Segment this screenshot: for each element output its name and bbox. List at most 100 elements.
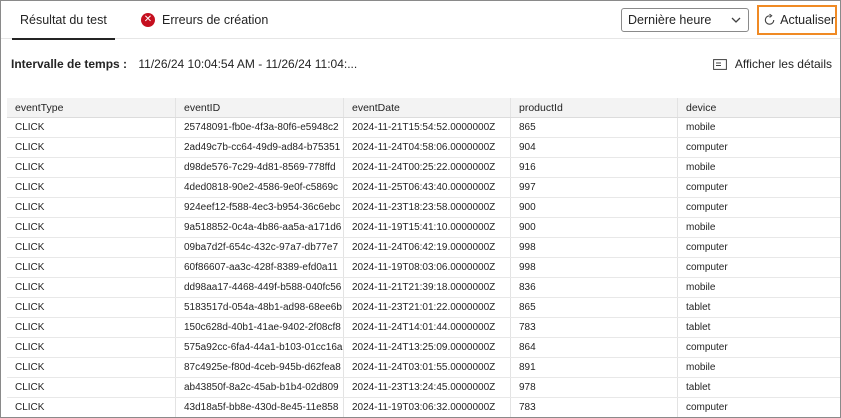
show-details-button[interactable]: Afficher les détails: [712, 57, 832, 71]
cell-event-id: d98de576-7c29-4d81-8569-778ffd: [175, 158, 343, 177]
cell-product-id: 783: [510, 318, 677, 337]
cell-event-id: 25748091-fb0e-4f3a-80f6-e5948c2: [175, 118, 343, 137]
cell-event-type: CLICK: [15, 162, 45, 173]
table-row[interactable]: CLICK 150c628d-40b1-41ae-9402-2f08cf8 2024…: [7, 318, 840, 338]
table-row[interactable]: CLICK 09ba7d2f-654c-432c-97a7-db77e7 2024-…: [7, 238, 840, 258]
cell-event-id: 150c628d-40b1-41ae-9402-2f08cf8: [175, 318, 343, 337]
time-range-dropdown[interactable]: Dernière heure: [621, 8, 749, 32]
cell-product-id: 978: [510, 378, 677, 397]
cell-event-id: 5183517d-054a-48b1-ad98-68ee6b: [175, 298, 343, 317]
table-row[interactable]: CLICK 575a92cc-6fa4-44a1-b103-01cc16a 2024…: [7, 338, 840, 358]
show-details-label: Afficher les détails: [734, 57, 832, 71]
cell-product-id: 900: [510, 218, 677, 237]
cell-event-type: CLICK: [15, 282, 45, 293]
table-row[interactable]: CLICK d98de576-7c29-4d81-8569-778ffd 2024-…: [7, 158, 840, 178]
cell-event-date: 2024-11-24T06:42:19.0000000Z: [343, 238, 510, 257]
tab-test-result[interactable]: Résultat du test: [12, 1, 115, 40]
cell-product-id: 916: [510, 158, 677, 177]
cell-event-date: 2024-11-24T03:01:55.0000000Z: [343, 358, 510, 377]
cell-device: computer: [677, 258, 840, 277]
cell-product-id: 836: [510, 278, 677, 297]
time-range-dropdown-value: Dernière heure: [628, 13, 712, 27]
cell-event-date: 2024-11-23T21:01:22.0000000Z: [343, 298, 510, 317]
refresh-button[interactable]: Actualiser: [757, 5, 837, 35]
cell-device: computer: [677, 338, 840, 357]
table-row[interactable]: CLICK dd98aa17-4468-449f-b588-040fc56 2024…: [7, 278, 840, 298]
cell-event-date: 2024-11-21T21:39:18.0000000Z: [343, 278, 510, 297]
table-row[interactable]: CLICK 87c4925e-f80d-4ceb-945b-d62fea8 2024…: [7, 358, 840, 378]
cell-event-date: 2024-11-24T04:58:06.0000000Z: [343, 138, 510, 157]
cell-product-id: 998: [510, 238, 677, 257]
tab-build-errors-label: Erreurs de création: [162, 13, 269, 27]
active-tab-indicator: [12, 38, 115, 40]
cell-event-type: CLICK: [15, 402, 45, 413]
column-header[interactable]: eventType: [7, 98, 175, 117]
cell-event-type: CLICK: [15, 302, 45, 313]
cell-product-id: 783: [510, 398, 677, 417]
column-header[interactable]: eventDate: [343, 98, 510, 117]
error-icon: ✕: [141, 13, 155, 27]
tab-build-errors[interactable]: ✕ Erreurs de création: [141, 1, 268, 39]
cell-event-type: CLICK: [15, 242, 45, 253]
table-body: CLICK 25748091-fb0e-4f3a-80f6-e5948c2 2024…: [7, 118, 840, 417]
cell-event-id: 60f86607-aa3c-428f-8389-efd0a11: [175, 258, 343, 277]
cell-device: mobile: [677, 358, 840, 377]
column-header[interactable]: device: [677, 98, 840, 117]
time-range-row: Intervalle de temps : 11/26/24 10:04:54 …: [11, 57, 357, 71]
cell-event-id: 924eef12-f588-4ec3-b954-36c6ebc: [175, 198, 343, 217]
refresh-icon: [764, 13, 775, 25]
cell-event-date: 2024-11-24T14:01:44.0000000Z: [343, 318, 510, 337]
cell-event-id: 09ba7d2f-654c-432c-97a7-db77e7: [175, 238, 343, 257]
table-row[interactable]: CLICK 4ded0818-90e2-4586-9e0f-c5869c 2024-…: [7, 178, 840, 198]
column-header[interactable]: eventID: [175, 98, 343, 117]
cell-device: tablet: [677, 318, 840, 337]
cell-device: tablet: [677, 378, 840, 397]
cell-event-date: 2024-11-21T15:54:52.0000000Z: [343, 118, 510, 137]
chevron-down-icon: [731, 17, 741, 23]
cell-device: computer: [677, 238, 840, 257]
cell-event-date: 2024-11-24T00:25:22.0000000Z: [343, 158, 510, 177]
tab-bar: Résultat du test ✕ Erreurs de création D…: [1, 1, 840, 40]
cell-product-id: 997: [510, 178, 677, 197]
cell-event-type: CLICK: [15, 182, 45, 193]
cell-event-date: 2024-11-19T08:03:06.0000000Z: [343, 258, 510, 277]
cell-product-id: 998: [510, 258, 677, 277]
cell-device: mobile: [677, 118, 840, 137]
cell-event-type: CLICK: [15, 262, 45, 273]
table-row[interactable]: CLICK ab43850f-8a2c-45ab-b1b4-02d809 2024-…: [7, 378, 840, 398]
cell-event-type: CLICK: [15, 122, 45, 133]
cell-event-id: 9a518852-0c4a-4b86-aa5a-a171d6: [175, 218, 343, 237]
cell-event-type: CLICK: [15, 142, 45, 153]
cell-device: computer: [677, 198, 840, 217]
cell-event-date: 2024-11-19T15:41:10.0000000Z: [343, 218, 510, 237]
table-row[interactable]: CLICK 2ad49c7b-cc64-49d9-ad84-b75351 2024-…: [7, 138, 840, 158]
cell-event-type: CLICK: [15, 202, 45, 213]
table-row[interactable]: CLICK 924eef12-f588-4ec3-b954-36c6ebc 2024…: [7, 198, 840, 218]
table-header-row: eventType eventID eventDate productId de…: [7, 98, 840, 118]
table-row[interactable]: CLICK 5183517d-054a-48b1-ad98-68ee6b 2024-…: [7, 298, 840, 318]
table-row[interactable]: CLICK 25748091-fb0e-4f3a-80f6-e5948c2 2024…: [7, 118, 840, 138]
cell-product-id: 865: [510, 118, 677, 137]
table-row[interactable]: CLICK 43d18a5f-bb8e-430d-8e45-11e858 2024-…: [7, 398, 840, 417]
cell-event-id: 575a92cc-6fa4-44a1-b103-01cc16a: [175, 338, 343, 357]
cell-device: mobile: [677, 218, 840, 237]
cell-device: mobile: [677, 278, 840, 297]
cell-event-type: CLICK: [15, 322, 45, 333]
cell-product-id: 865: [510, 298, 677, 317]
cell-device: tablet: [677, 298, 840, 317]
cell-event-type: CLICK: [15, 222, 45, 233]
cell-event-date: 2024-11-24T13:25:09.0000000Z: [343, 338, 510, 357]
cell-event-date: 2024-11-23T18:23:58.0000000Z: [343, 198, 510, 217]
table-row[interactable]: CLICK 9a518852-0c4a-4b86-aa5a-a171d6 2024-…: [7, 218, 840, 238]
cell-event-type: CLICK: [15, 382, 45, 393]
cell-product-id: 904: [510, 138, 677, 157]
results-table: eventType eventID eventDate productId de…: [7, 98, 840, 417]
cell-event-id: 2ad49c7b-cc64-49d9-ad84-b75351: [175, 138, 343, 157]
details-panel-icon: [712, 58, 727, 70]
table-row[interactable]: CLICK 60f86607-aa3c-428f-8389-efd0a11 2024…: [7, 258, 840, 278]
column-header[interactable]: productId: [510, 98, 677, 117]
cell-device: computer: [677, 398, 840, 417]
cell-event-id: dd98aa17-4468-449f-b588-040fc56: [175, 278, 343, 297]
time-range-label: Intervalle de temps :: [11, 57, 128, 71]
cell-device: computer: [677, 138, 840, 157]
